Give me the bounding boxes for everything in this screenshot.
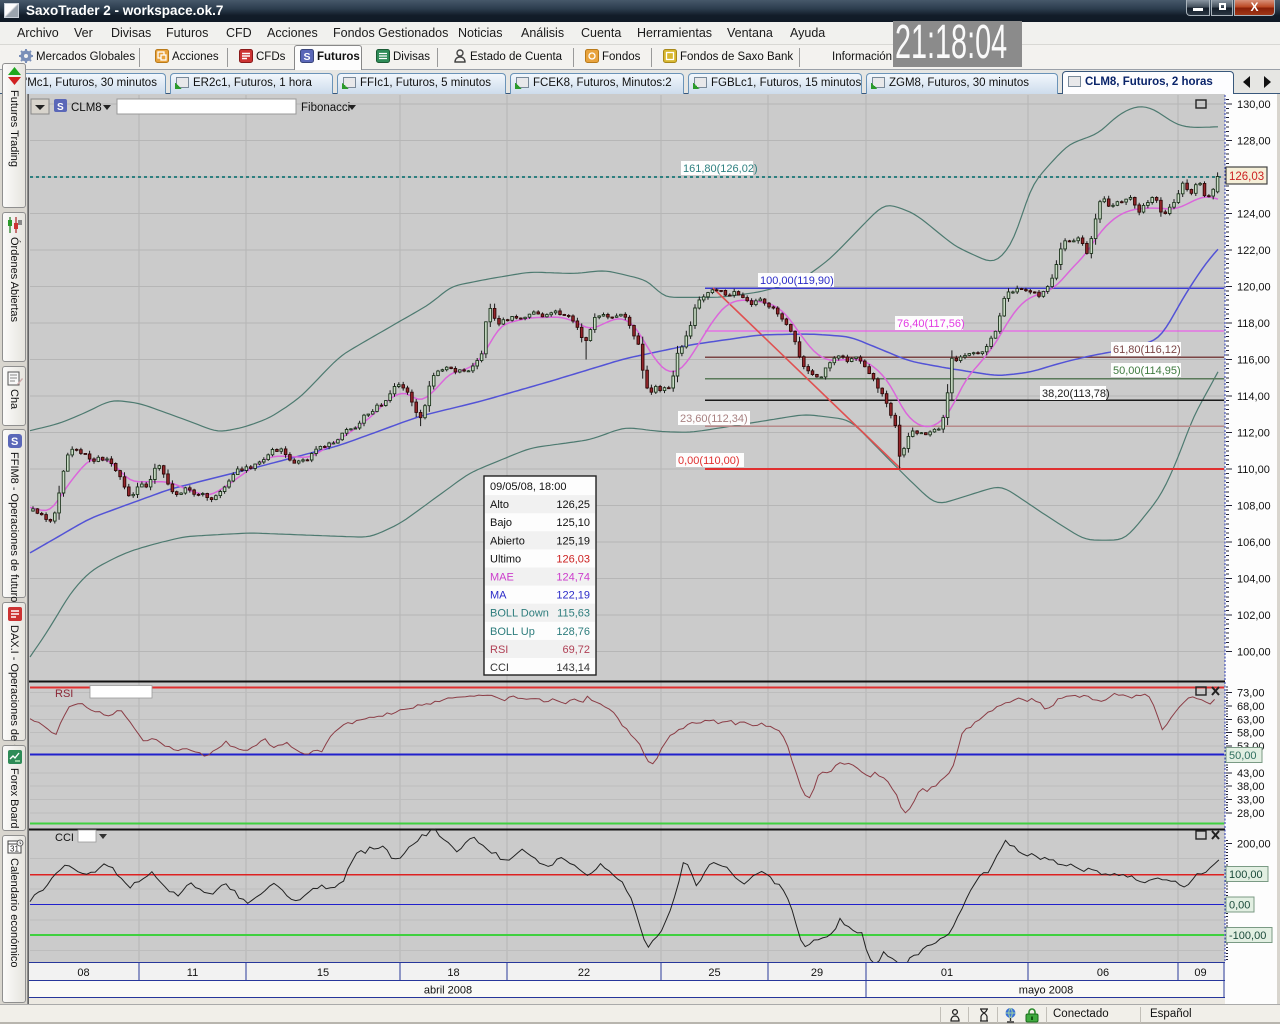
svg-text:143,14: 143,14 (556, 662, 590, 674)
svg-text:125,19: 125,19 (556, 535, 590, 547)
svg-text:S: S (57, 102, 64, 113)
svg-text:128,00: 128,00 (1237, 136, 1271, 148)
svg-text:MAE: MAE (490, 572, 514, 584)
svg-text:100,00: 100,00 (1229, 869, 1263, 881)
svg-text:-100,00: -100,00 (1229, 930, 1266, 942)
svg-text:Abierto: Abierto (490, 535, 525, 547)
svg-text:118,00: 118,00 (1237, 318, 1270, 330)
svg-text:115,63: 115,63 (557, 608, 590, 620)
svg-text:73,00: 73,00 (1237, 688, 1265, 700)
svg-text:130,00: 130,00 (1237, 99, 1271, 111)
svg-text:11: 11 (187, 967, 198, 979)
svg-text:01: 01 (941, 967, 953, 979)
svg-text:18: 18 (447, 967, 459, 979)
svg-text:RSI: RSI (55, 688, 73, 700)
svg-text:50,00: 50,00 (1229, 750, 1257, 762)
svg-text:126,03: 126,03 (556, 553, 590, 565)
svg-text:126,03: 126,03 (1229, 171, 1264, 183)
svg-text:100,00(119,90): 100,00(119,90) (760, 275, 834, 287)
svg-text:Fibonacci: Fibonacci (301, 102, 350, 114)
svg-text:125,10: 125,10 (556, 517, 590, 529)
svg-text:69,72: 69,72 (562, 644, 590, 656)
svg-text:68,00: 68,00 (1237, 701, 1265, 713)
svg-text:BOLL Down: BOLL Down (490, 608, 549, 620)
svg-text:102,00: 102,00 (1237, 610, 1271, 622)
svg-text:Bajo: Bajo (490, 517, 512, 529)
svg-text:Ultimo: Ultimo (490, 553, 521, 565)
svg-text:104,00: 104,00 (1237, 574, 1271, 586)
svg-text:122,00: 122,00 (1237, 245, 1271, 257)
svg-text:114,00: 114,00 (1237, 391, 1270, 403)
svg-text:0,00(110,00): 0,00(110,00) (678, 455, 740, 467)
svg-text:CCI: CCI (55, 832, 74, 844)
svg-text:58,00: 58,00 (1237, 728, 1265, 740)
svg-text:61,80(116,12): 61,80(116,12) (1113, 344, 1181, 356)
svg-text:38,20(113,78): 38,20(113,78) (1042, 388, 1110, 400)
svg-text:200,00: 200,00 (1237, 838, 1271, 850)
svg-text:Alto: Alto (490, 499, 509, 511)
svg-text:161,80(126,02): 161,80(126,02) (683, 163, 758, 175)
svg-text:110,00: 110,00 (1237, 464, 1270, 476)
svg-text:128,76: 128,76 (556, 626, 590, 638)
svg-text:MA: MA (490, 590, 507, 602)
svg-text:112,00: 112,00 (1237, 428, 1270, 440)
svg-text:CLM8: CLM8 (71, 102, 102, 114)
svg-text:BOLL Up: BOLL Up (490, 626, 535, 638)
svg-text:0,00: 0,00 (1229, 900, 1250, 912)
svg-text:50,00(114,95): 50,00(114,95) (1113, 365, 1181, 377)
svg-text:124,74: 124,74 (556, 572, 590, 584)
svg-text:108,00: 108,00 (1237, 501, 1271, 513)
svg-text:28,00: 28,00 (1237, 808, 1265, 820)
svg-text:106,00: 106,00 (1237, 537, 1271, 549)
svg-text:25: 25 (708, 967, 720, 979)
svg-text:23,60(112,34): 23,60(112,34) (680, 413, 748, 425)
svg-text:22: 22 (578, 967, 590, 979)
svg-text:RSI: RSI (490, 644, 508, 656)
svg-text:100,00: 100,00 (1237, 647, 1271, 659)
svg-text:124,00: 124,00 (1237, 209, 1271, 221)
svg-text:abril 2008: abril 2008 (424, 985, 472, 997)
svg-text:31: 31 (10, 845, 19, 854)
svg-text:08: 08 (77, 967, 89, 979)
svg-text:15: 15 (317, 967, 329, 979)
svg-text:126,25: 126,25 (556, 499, 590, 511)
svg-text:S: S (304, 51, 311, 63)
svg-text:06: 06 (1097, 967, 1109, 979)
svg-text:09: 09 (1194, 967, 1206, 979)
svg-text:116,00: 116,00 (1237, 355, 1270, 367)
svg-text:122,19: 122,19 (556, 590, 590, 602)
svg-text:33,00: 33,00 (1237, 795, 1265, 807)
svg-text:38,00: 38,00 (1237, 781, 1265, 793)
svg-text:43,00: 43,00 (1237, 768, 1265, 780)
svg-text:63,00: 63,00 (1237, 714, 1265, 726)
svg-text:mayo 2008: mayo 2008 (1019, 985, 1073, 997)
svg-text:29: 29 (811, 967, 823, 979)
svg-text:09/05/08, 18:00: 09/05/08, 18:00 (490, 481, 566, 493)
svg-text:120,00: 120,00 (1237, 282, 1271, 294)
svg-text:76,40(117,56): 76,40(117,56) (897, 318, 965, 330)
svg-text:CCI: CCI (490, 662, 509, 674)
svg-text:S: S (11, 436, 18, 448)
